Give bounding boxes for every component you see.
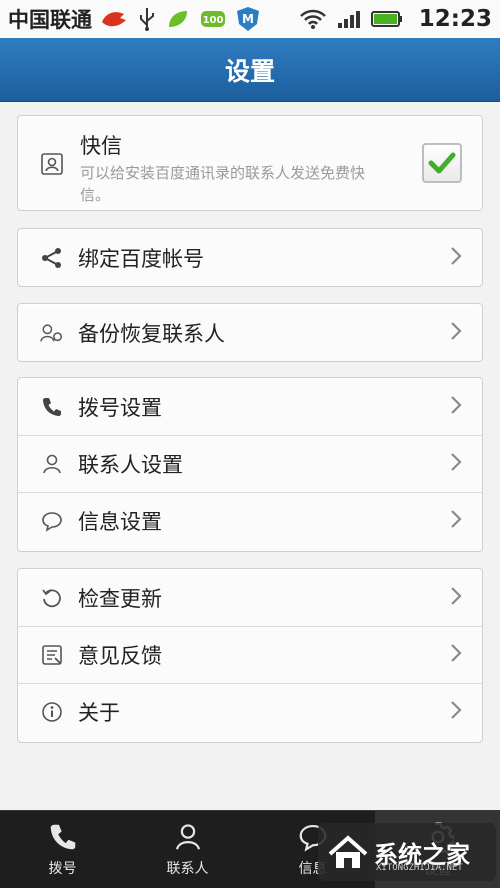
chevron-right-icon [450, 321, 462, 345]
backup-card[interactable]: 备份恢复联系人 [17, 303, 483, 362]
item-label: 意见反馈 [78, 644, 162, 668]
page-title: 设置 [224, 56, 275, 86]
item-label: 信息设置 [78, 510, 162, 534]
house-logo-icon [328, 835, 368, 868]
chevron-right-icon [450, 643, 462, 667]
notification-app-icon [100, 8, 128, 30]
item-label: 绑定百度帐号 [78, 246, 204, 271]
item-label: 联系人设置 [78, 453, 183, 477]
contacts-icon [40, 321, 64, 345]
phone-icon [40, 395, 64, 419]
pea-app-icon [166, 8, 190, 30]
bind-baidu-account-item[interactable]: 绑定百度帐号 [18, 229, 482, 286]
nav-contacts[interactable]: 联系人 [125, 811, 250, 888]
chevron-right-icon [450, 246, 462, 270]
bind-account-card[interactable]: 绑定百度帐号 [17, 228, 483, 287]
person-icon [175, 823, 200, 850]
contact-card-icon [40, 152, 64, 176]
chat-bubble-icon [40, 509, 64, 533]
settings-group-card: 拨号设置 联系人设置 信息设置 [17, 377, 483, 552]
message-settings-item[interactable]: 信息设置 [18, 492, 482, 549]
nav-dialer[interactable]: 拨号 [0, 811, 125, 888]
carrier-label: 中国联通 [8, 8, 92, 32]
feedback-icon [40, 643, 64, 667]
kuaixin-card[interactable]: 快信 可以给安装百度通讯录的联系人发送免费快信。 [17, 115, 483, 211]
chevron-right-icon [450, 395, 462, 419]
wifi-icon [299, 8, 327, 30]
item-label: 检查更新 [78, 586, 162, 611]
shield-app-icon: M [236, 6, 260, 32]
svg-text:M: M [242, 12, 254, 26]
check-update-item[interactable]: 检查更新 [18, 569, 482, 626]
chevron-right-icon [450, 586, 462, 610]
nav-label: 联系人 [166, 860, 209, 877]
chevron-right-icon [450, 509, 462, 533]
status-bar: 中国联通 100 M 12:23 [0, 0, 500, 38]
battery-icon [370, 10, 403, 28]
kuaixin-title: 快信 [80, 134, 122, 158]
feedback-item[interactable]: 意见反馈 [18, 626, 482, 683]
usb-icon [138, 7, 156, 31]
info-icon [40, 700, 64, 724]
kuaixin-checkbox[interactable] [422, 143, 462, 183]
backup-restore-contacts-item[interactable]: 备份恢复联系人 [18, 304, 482, 361]
item-label: 备份恢复联系人 [78, 321, 225, 346]
watermark-logo: 系统之家 XITONGZHIJIA.NET [318, 823, 496, 881]
about-item[interactable]: 关于 [18, 683, 482, 740]
misc-group-card: 检查更新 意见反馈 关于 [17, 568, 483, 743]
chevron-right-icon [450, 452, 462, 476]
item-label: 拨号设置 [78, 395, 162, 420]
title-bar: 设置 [0, 38, 500, 102]
refresh-icon [40, 586, 64, 610]
signal-icon [337, 9, 361, 29]
person-icon [40, 452, 64, 476]
share-icon [40, 246, 64, 270]
kuaixin-description: 可以给安装百度通讯录的联系人发送免费快信。 [80, 164, 366, 204]
status-clock: 12:23 [418, 6, 492, 32]
chevron-right-icon [450, 700, 462, 724]
watermark-url: XITONGZHIJIA.NET [376, 863, 463, 873]
phone-icon [50, 824, 75, 849]
contact-settings-item[interactable]: 联系人设置 [18, 435, 482, 492]
battery-100-badge: 100 [200, 9, 226, 29]
svg-text:100: 100 [203, 15, 224, 26]
nav-label: 拨号 [48, 860, 77, 877]
dial-settings-item[interactable]: 拨号设置 [18, 378, 482, 435]
item-label: 关于 [78, 701, 120, 725]
check-icon [428, 152, 456, 174]
